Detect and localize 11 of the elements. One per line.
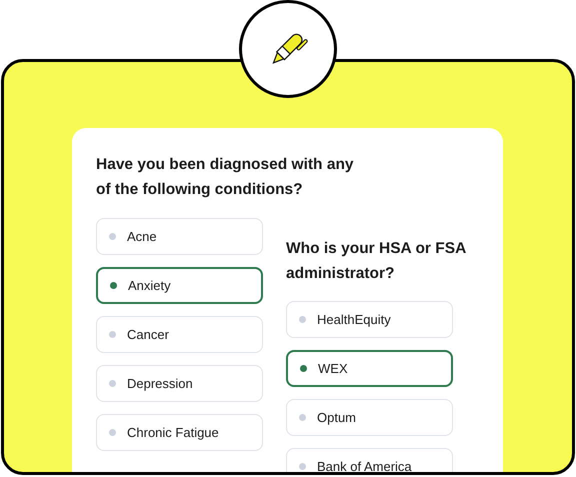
answer-option[interactable]: Bank of America xyxy=(286,448,453,472)
question-text: Have you been diagnosed with any of the following conditions? xyxy=(96,155,355,200)
answer-option[interactable]: Chronic Fatigue xyxy=(96,414,263,451)
answer-option[interactable]: Acne xyxy=(96,218,263,255)
answer-option[interactable]: HealthEquity xyxy=(286,301,453,338)
answer-option[interactable]: Depression xyxy=(96,365,263,402)
answer-option[interactable]: Anxiety xyxy=(96,267,263,304)
question-text: Who is your HSA or FSA administrator? xyxy=(286,239,467,284)
answer-option[interactable]: Optum xyxy=(286,399,453,436)
answer-option[interactable]: WEX xyxy=(286,350,453,387)
answer-option[interactable]: Cancer xyxy=(96,316,263,353)
